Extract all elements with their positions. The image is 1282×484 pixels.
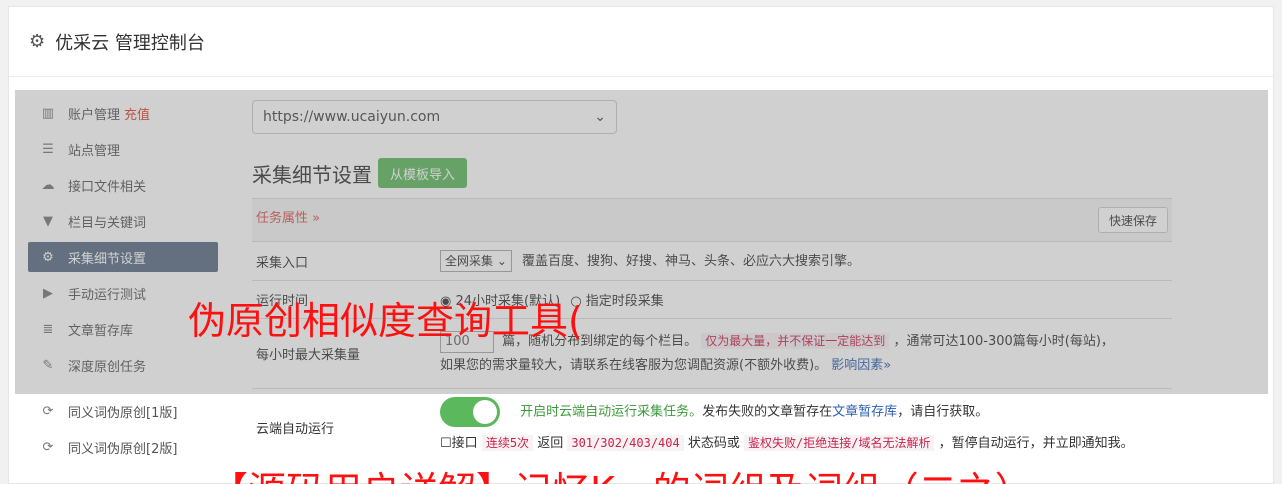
api-code-3: 鉴权失败/拒绝连接/域名无法解析 [744,434,935,451]
cloud-run-desc-2: 发布失败的文章暂存在 [702,404,833,420]
toggle-knob [473,400,497,424]
article-store-link[interactable]: 文章暂存库 [832,405,897,420]
api-text-3: ，暂停自动运行，并立即通知我。 [938,435,1134,451]
cloud-run-toggle[interactable] [440,397,500,427]
watermark-text-1: 伪原创相似度查询工具( [188,299,583,343]
sidebar-item-synonym-v2[interactable]: ⟳ 同义词伪原创[2版] [28,432,218,462]
api-text-2: 状态码或 [687,435,740,451]
api-code-2: 301/302/403/404 [567,434,684,451]
table-row: 云端自动运行 开启时云端自动运行采集任务。发布失败的文章暂存在文章暂存库，请自行… [252,388,1172,467]
sidebar-item-synonym-v1[interactable]: ⟳ 同义词伪原创[1版] [28,396,218,426]
sidebar-item-label: 同义词伪原创[2版] [68,441,178,457]
gray-overlay [15,90,1268,394]
api-code-1: 连续5次 [481,434,534,451]
sidebar-item-label: 同义词伪原创[1版] [68,405,178,421]
cloud-run-label: 云端自动运行 [252,388,436,467]
api-label: 接口 [451,435,478,451]
refresh-icon: ⟳ [42,439,54,455]
watermark-text-2: 【源码用户详解】记忆K - 的词组及词组（二之） [210,466,1033,484]
cloud-run-desc-3: ，请自行获取。 [897,404,989,420]
api-text-1: 返回 [537,435,564,451]
card-header: ⚙ 优采云 管理控制台 [9,7,1273,77]
cloud-run-desc: 开启时云端自动运行采集任务。 [520,404,703,420]
api-checkbox[interactable]: ☐ [440,436,452,451]
page-title: 优采云 管理控制台 [55,32,205,54]
gear-icon: ⚙ [29,31,46,52]
refresh-icon: ⟳ [42,403,54,419]
